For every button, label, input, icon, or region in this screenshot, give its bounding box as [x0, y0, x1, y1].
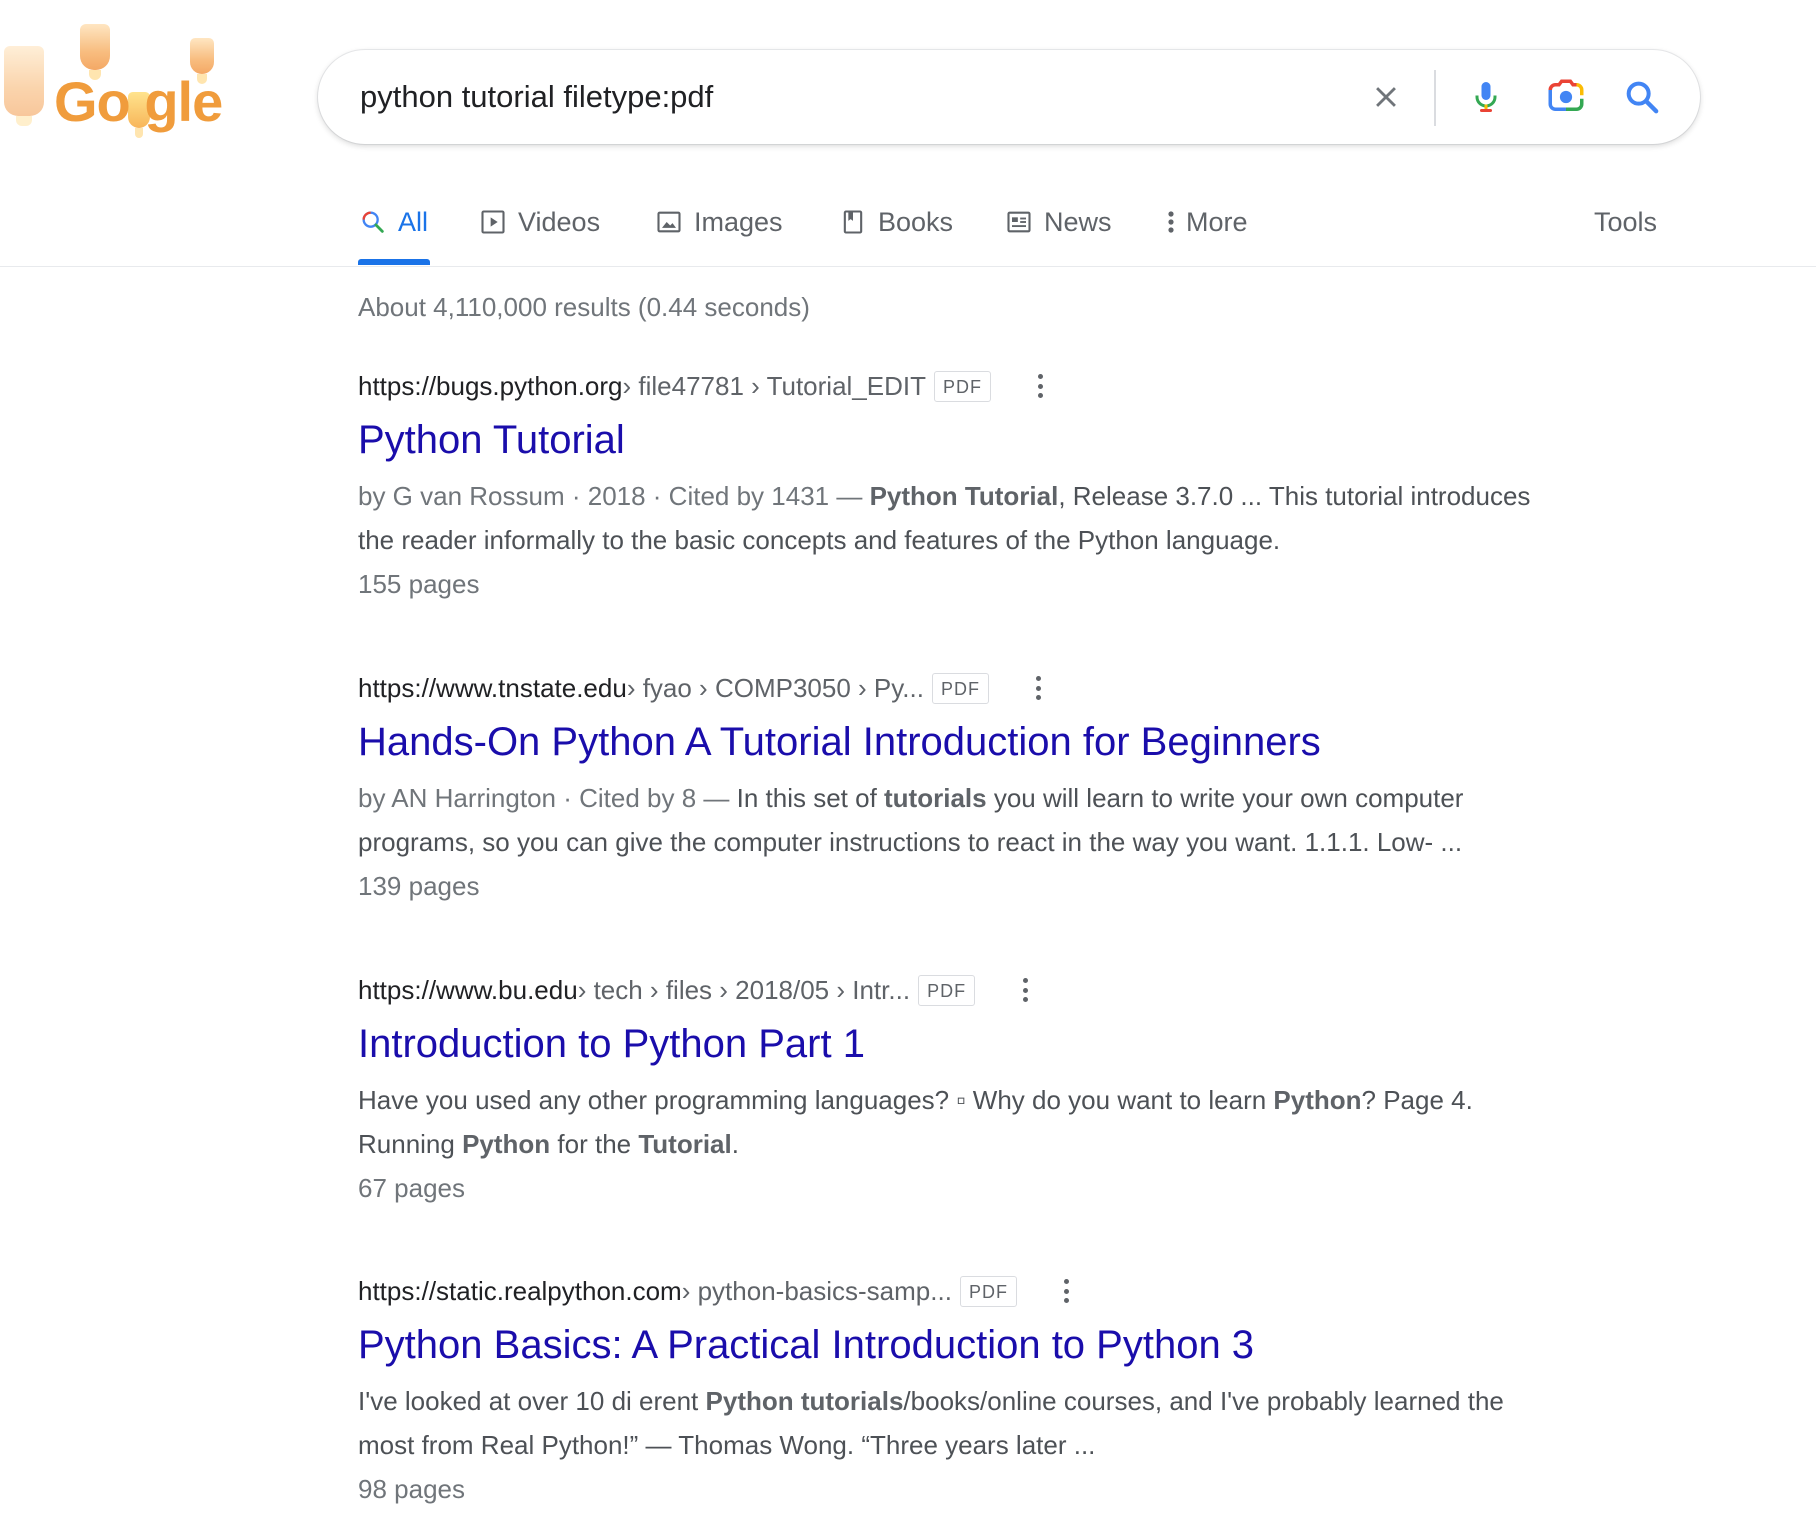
result-path: › file47781 › Tutorial_EDIT	[622, 370, 926, 401]
tab-videos[interactable]: Videos	[478, 202, 600, 242]
snippet-bold: Python	[1273, 1085, 1362, 1115]
tools-label: Tools	[1594, 206, 1658, 237]
tab-label: More	[1186, 206, 1248, 237]
page-count: 155 pages	[358, 569, 480, 599]
voice-search-button[interactable]	[1462, 73, 1510, 121]
pdf-badge: PDF	[933, 370, 991, 402]
logo-text: Go gle	[54, 70, 223, 133]
result-title-link[interactable]: Python Tutorial	[358, 414, 1558, 466]
snippet-text: I've looked at over 10 di erent	[358, 1386, 706, 1416]
more-options-icon[interactable]	[1029, 676, 1049, 700]
search-result: https://bugs.python.org › file47781 › Tu…	[358, 366, 1558, 606]
result-meta: by G van Rossum · 2018 · Cited by 1431 —	[358, 481, 870, 511]
search-result: https://static.realpython.com › python-b…	[358, 1271, 1558, 1511]
tab-label: All	[398, 206, 429, 237]
book-icon	[838, 207, 868, 237]
snippet-bold: Python	[462, 1129, 551, 1159]
lantern-icon	[190, 38, 214, 84]
result-cite[interactable]: https://static.realpython.com › python-b…	[358, 1271, 1558, 1311]
tab-more[interactable]: More	[1164, 202, 1248, 242]
result-cite[interactable]: https://www.bu.edu › tech › files › 2018…	[358, 970, 1558, 1010]
camera-icon	[1548, 79, 1584, 111]
snippet-text: Have you used any other programming lang…	[358, 1085, 1274, 1115]
snippet-bold: Tutorial	[638, 1129, 732, 1159]
result-path: › tech › files › 2018/05 › Intr...	[577, 974, 911, 1005]
search-icon	[1626, 81, 1659, 114]
search-tabs: All Videos Images Books News More Tools	[0, 190, 1816, 267]
snippet-text: In this set of	[736, 783, 885, 813]
result-domain: https://static.realpython.com	[358, 1275, 682, 1306]
result-snippet: by G van Rossum · 2018 · Cited by 1431 —…	[358, 474, 1558, 562]
page-count: 67 pages	[358, 1173, 465, 1203]
more-options-icon[interactable]	[1031, 374, 1051, 398]
result-meta: by AN Harrington · Cited by 8 —	[358, 783, 737, 813]
result-title-link[interactable]: Introduction to Python Part 1	[358, 1018, 1558, 1070]
image-search-button[interactable]	[1542, 73, 1590, 121]
result-domain: https://www.bu.edu	[358, 974, 578, 1005]
tab-label: News	[1044, 206, 1112, 237]
lantern-icon	[4, 46, 44, 126]
result-snippet: Have you used any other programming lang…	[358, 1078, 1558, 1166]
microphone-icon	[1475, 82, 1497, 112]
tab-news[interactable]: News	[1004, 202, 1112, 242]
more-options-icon[interactable]	[1057, 1279, 1077, 1303]
result-cite[interactable]: https://bugs.python.org › file47781 › Tu…	[358, 366, 1558, 406]
pdf-badge: PDF	[959, 1275, 1017, 1307]
result-domain: https://bugs.python.org	[358, 370, 623, 401]
news-icon	[1004, 207, 1034, 237]
search-submit-button[interactable]	[1618, 73, 1666, 121]
page-count: 139 pages	[358, 871, 480, 901]
result-snippet: I've looked at over 10 di erent Python t…	[358, 1379, 1558, 1467]
active-tab-indicator	[358, 259, 430, 265]
snippet-text: .	[731, 1129, 739, 1159]
pdf-badge: PDF	[918, 974, 976, 1006]
page-count: 98 pages	[358, 1474, 465, 1504]
search-result: https://www.bu.edu › tech › files › 2018…	[358, 970, 1558, 1210]
pdf-badge: PDF	[931, 672, 989, 704]
tools-button[interactable]: Tools	[1594, 202, 1657, 242]
search-input[interactable]	[360, 72, 1320, 122]
more-options-icon[interactable]	[1015, 978, 1035, 1002]
tab-label: Books	[878, 206, 954, 237]
close-icon	[1376, 87, 1396, 107]
tab-label: Images	[694, 206, 783, 237]
snippet-bold: Python tutorials	[705, 1386, 904, 1416]
result-title-link[interactable]: Hands-On Python A Tutorial Introduction …	[358, 716, 1558, 768]
result-path: › fyao › COMP3050 › Py...	[626, 672, 924, 703]
divider	[1434, 70, 1436, 126]
snippet-bold: Python Tutorial	[869, 481, 1059, 511]
tab-all[interactable]: All	[358, 202, 428, 242]
snippet-bold: tutorials	[884, 783, 987, 813]
snippet-text: for the	[550, 1129, 639, 1159]
lantern-icon	[80, 24, 110, 80]
more-vertical-icon	[1164, 207, 1178, 237]
tab-label: Videos	[518, 206, 601, 237]
tab-images[interactable]: Images	[654, 202, 783, 242]
result-domain: https://www.tnstate.edu	[358, 672, 627, 703]
result-title-link[interactable]: Python Basics: A Practical Introduction …	[358, 1319, 1558, 1371]
clear-search-button[interactable]	[1362, 73, 1410, 121]
result-stats: About 4,110,000 results (0.44 seconds)	[358, 292, 810, 322]
search-result: https://www.tnstate.edu › fyao › COMP305…	[358, 668, 1558, 908]
result-snippet: by AN Harrington · Cited by 8 — In this …	[358, 776, 1558, 864]
tab-books[interactable]: Books	[838, 202, 953, 242]
result-cite[interactable]: https://www.tnstate.edu › fyao › COMP305…	[358, 668, 1558, 708]
search-icon	[358, 207, 388, 237]
result-path: › python-basics-samp...	[681, 1275, 952, 1306]
google-doodle-logo[interactable]: Go gle	[0, 8, 230, 138]
search-box	[318, 50, 1700, 144]
image-icon	[654, 207, 684, 237]
video-icon	[478, 207, 508, 237]
